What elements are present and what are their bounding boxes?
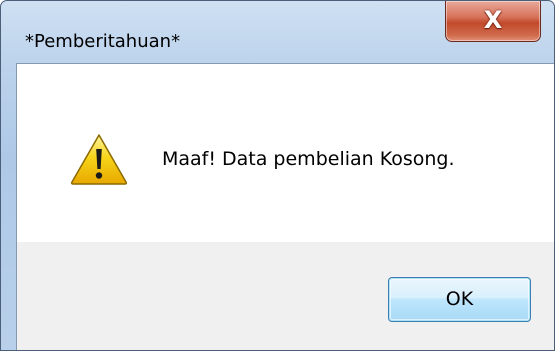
window-title: *Pemberitahuan*	[25, 31, 181, 52]
message-text: Maaf! Data pembelian Kosong.	[162, 148, 455, 170]
ok-button[interactable]: OK	[388, 277, 531, 322]
message-area: Maaf! Data pembelian Kosong.	[17, 64, 554, 242]
dialog-window: *Pemberitahuan* X Maaf! Data pembelian K…	[0, 0, 555, 351]
title-bar[interactable]: *Pemberitahuan* X	[1, 1, 554, 61]
dialog-body: Maaf! Data pembelian Kosong. OK	[16, 63, 554, 350]
close-button[interactable]: X	[445, 1, 541, 42]
close-icon: X	[483, 5, 503, 34]
button-bar: OK	[17, 242, 554, 350]
warning-icon	[70, 134, 128, 185]
